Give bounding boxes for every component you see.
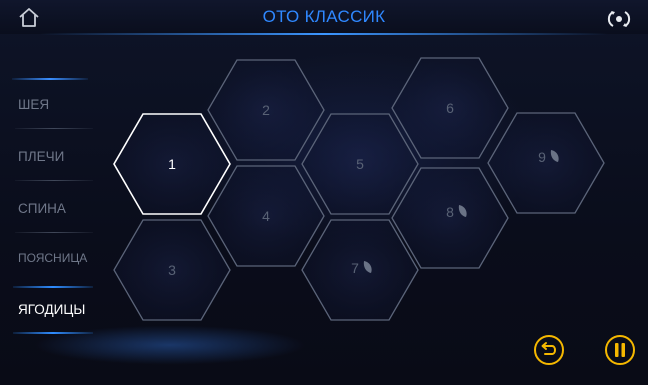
return-button[interactable] — [533, 334, 565, 366]
hex-label-1: 1 — [168, 156, 176, 172]
hex-zone-5[interactable]: 5 — [301, 113, 419, 215]
hex-zone-9[interactable]: 9 — [487, 112, 605, 214]
hex-label-2: 2 — [262, 102, 270, 118]
hex-zone-3[interactable]: 3 — [113, 219, 231, 321]
hex-label-8: 8 — [446, 204, 454, 220]
hex-zone-4[interactable]: 4 — [207, 165, 325, 267]
pause-icon — [605, 335, 635, 365]
hex-label-4: 4 — [262, 208, 270, 224]
hex-label-7: 7 — [351, 260, 359, 276]
hex-zone-8[interactable]: 8 — [391, 167, 509, 269]
hex-label-9: 9 — [538, 149, 546, 165]
hex-zone-7[interactable]: 7 — [301, 219, 419, 321]
screen: ОТО КЛАССИК ШЕЯ ПЛЕЧИ СПИНА ПОЯСНИЦА ЯГО… — [0, 0, 648, 385]
hex-label-6: 6 — [446, 100, 454, 116]
hex-grid: 1 2 3 4 5 6 7 8 9 — [113, 57, 605, 321]
hex-zone-6[interactable]: 6 — [391, 57, 509, 159]
hex-zone-2[interactable]: 2 — [207, 59, 325, 161]
hex-zone-1[interactable]: 1 — [113, 113, 231, 215]
pause-button[interactable] — [604, 334, 636, 366]
hex-label-3: 3 — [168, 262, 176, 278]
hex-label-5: 5 — [356, 156, 364, 172]
return-icon — [534, 335, 564, 365]
